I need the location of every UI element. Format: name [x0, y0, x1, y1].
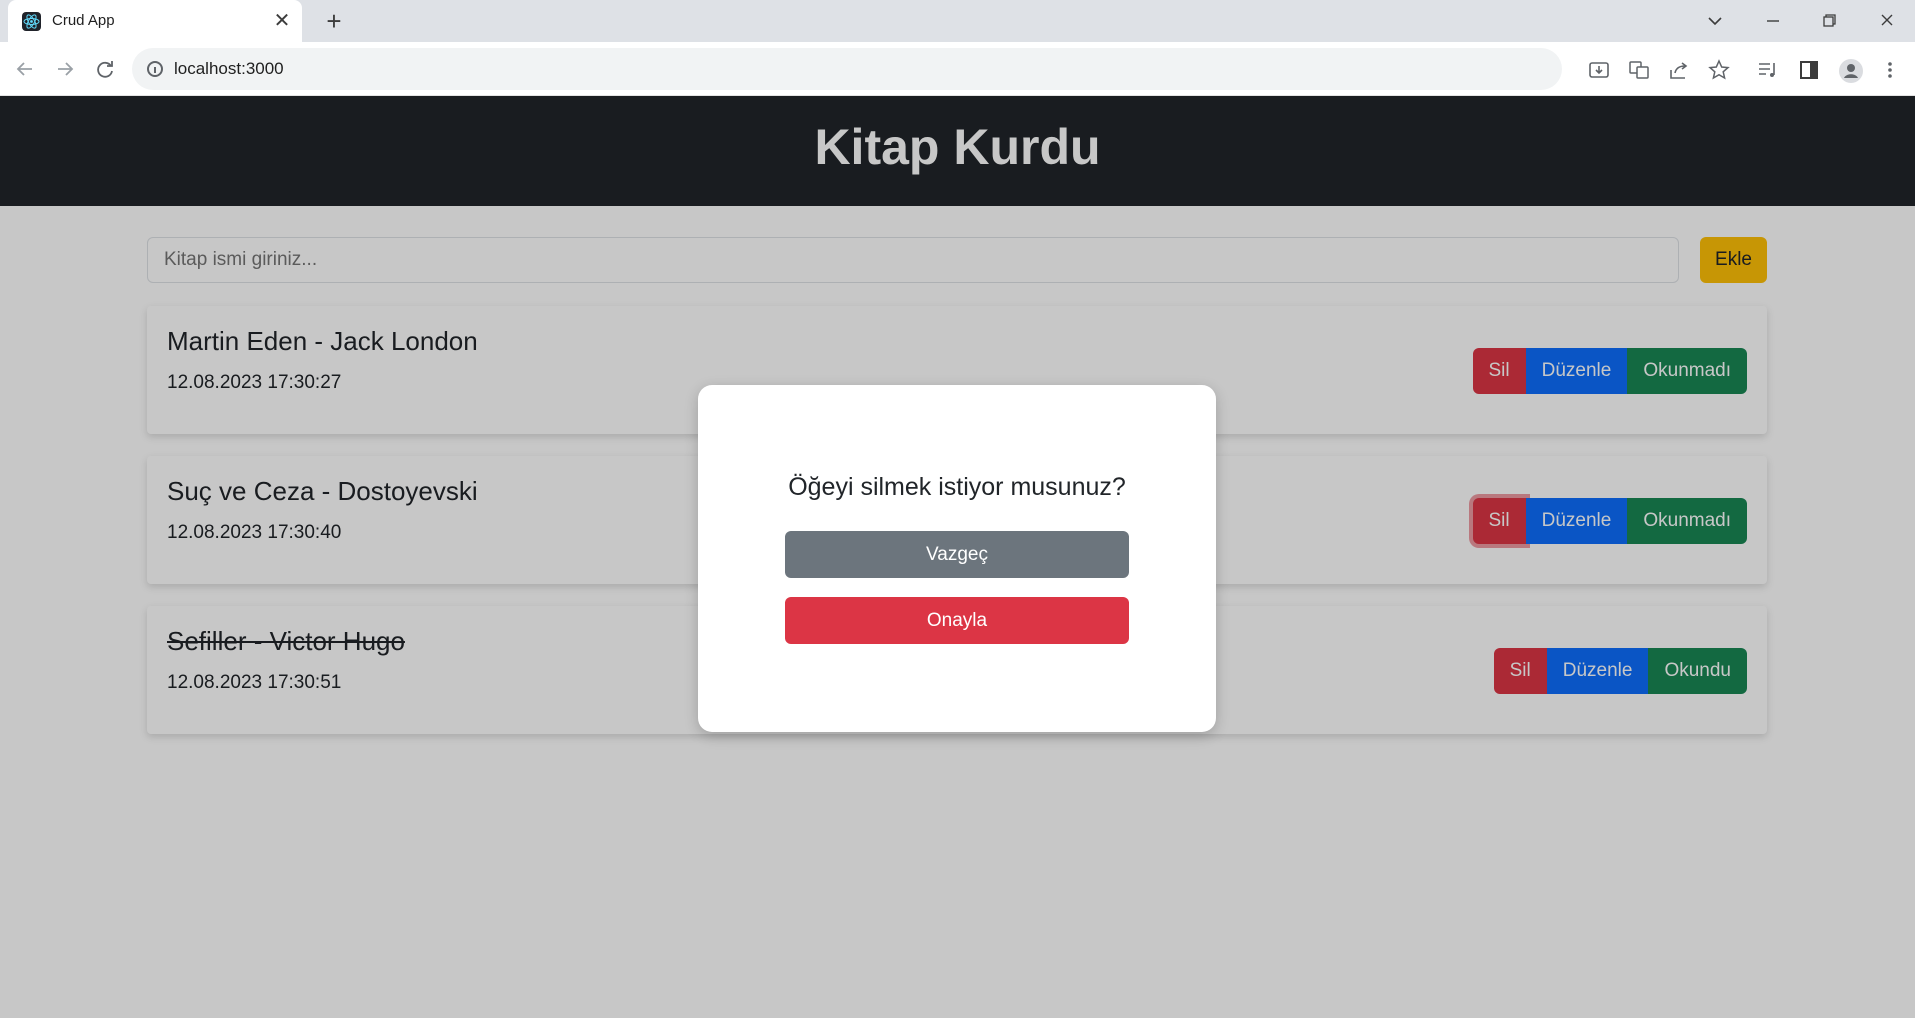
delete-confirm-modal: Öğeyi silmek istiyor musunuz? Vazgeç Ona…	[698, 385, 1216, 732]
browser-tabstrip: Crud App ✕ +	[0, 0, 1915, 42]
cancel-button[interactable]: Vazgeç	[785, 531, 1129, 578]
restore-icon[interactable]	[1814, 6, 1844, 36]
forward-icon[interactable]	[50, 54, 80, 84]
side-panel-icon[interactable]	[1797, 58, 1821, 82]
site-info-icon[interactable]	[147, 61, 163, 77]
new-tab-button[interactable]: +	[320, 8, 348, 36]
minimize-icon[interactable]	[1758, 6, 1788, 36]
tab-close-icon[interactable]: ✕	[272, 11, 292, 31]
address-bar[interactable]: localhost:3000	[132, 48, 1562, 90]
browser-tab[interactable]: Crud App ✕	[8, 0, 302, 42]
confirm-button[interactable]: Onayla	[785, 597, 1129, 644]
profile-avatar-icon[interactable]	[1838, 58, 1863, 83]
react-favicon-icon	[22, 12, 41, 31]
media-controls-icon[interactable]	[1756, 58, 1780, 82]
browser-toolbar: localhost:3000	[0, 42, 1915, 96]
install-app-icon[interactable]	[1587, 58, 1611, 82]
bookmark-star-icon[interactable]	[1707, 58, 1731, 82]
share-icon[interactable]	[1667, 58, 1691, 82]
translate-icon[interactable]	[1627, 58, 1651, 82]
reload-icon[interactable]	[90, 54, 120, 84]
back-icon[interactable]	[10, 54, 40, 84]
url-text[interactable]: localhost:3000	[174, 59, 284, 79]
modal-question: Öğeyi silmek istiyor musunuz?	[788, 473, 1126, 501]
tab-search-chevron-icon[interactable]	[1700, 6, 1730, 36]
menu-kebab-icon[interactable]	[1878, 58, 1902, 82]
close-window-icon[interactable]	[1872, 6, 1902, 36]
tab-title: Crud App	[52, 12, 115, 29]
